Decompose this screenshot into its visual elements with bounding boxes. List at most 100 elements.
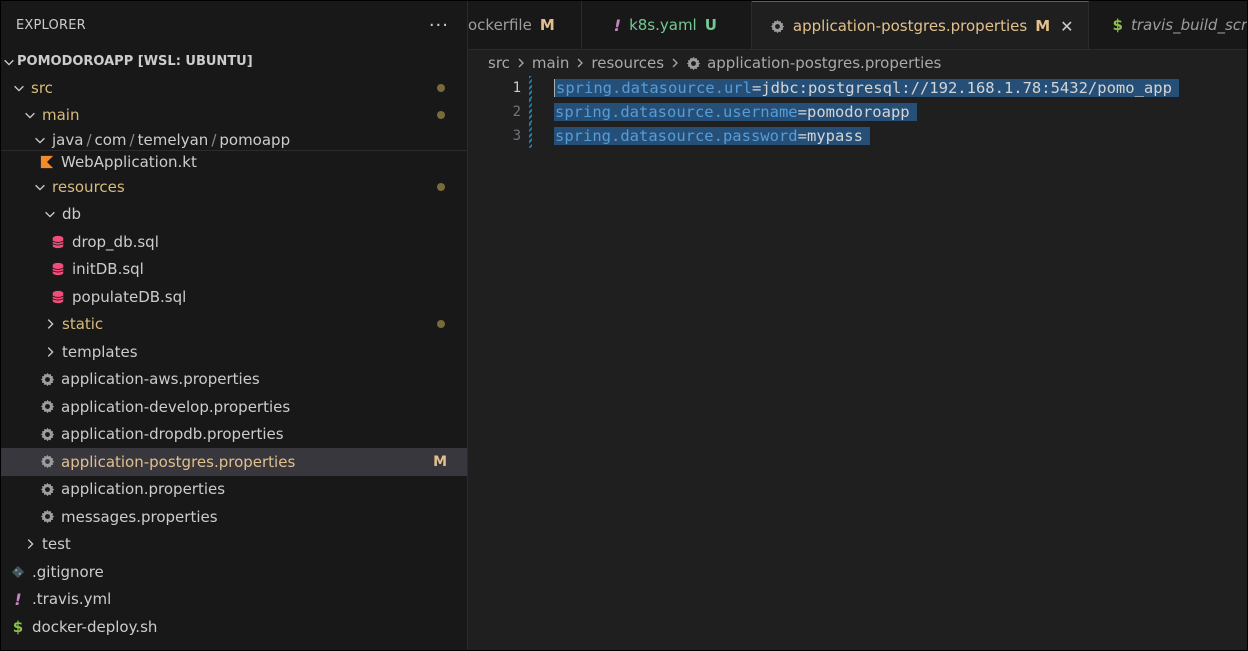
vscode-window: EXPLORER ··· POMODOROAPP [WSL: UBUNTU] s… bbox=[0, 0, 1248, 651]
code-text: spring.datasource.password=mypass bbox=[554, 127, 870, 145]
breadcrumb: src main resources application-postgres.… bbox=[468, 50, 1247, 76]
tree-item-static[interactable]: static bbox=[1, 311, 467, 339]
modified-gutter bbox=[529, 100, 532, 124]
tree-item-test[interactable]: test bbox=[1, 531, 467, 559]
tree-label: src bbox=[31, 78, 53, 97]
line-number: 1 bbox=[512, 80, 521, 96]
chevron-down-icon bbox=[11, 80, 27, 96]
more-actions-icon[interactable]: ··· bbox=[429, 15, 449, 36]
tree-item-app[interactable]: application.properties bbox=[1, 476, 467, 504]
breadcrumb-item[interactable]: resources bbox=[591, 54, 664, 72]
tab-status: U bbox=[704, 16, 717, 34]
tree-label: messages.properties bbox=[61, 507, 218, 526]
tree-item-messages[interactable]: messages.properties bbox=[1, 503, 467, 531]
tree-label: populateDB.sql bbox=[72, 287, 187, 306]
workspace-section[interactable]: POMODOROAPP [WSL: UBUNTU] bbox=[1, 49, 467, 74]
tree-label: application-postgres.properties bbox=[61, 452, 296, 471]
shell-icon: $ bbox=[1112, 16, 1123, 34]
explorer-title: EXPLORER bbox=[16, 17, 86, 33]
tree-item-main[interactable]: main bbox=[1, 102, 467, 130]
path-segment: java bbox=[52, 130, 84, 149]
tree-label: static bbox=[62, 315, 104, 334]
tree-item-drop-db[interactable]: drop_db.sql bbox=[1, 228, 467, 256]
chevron-right-icon bbox=[42, 316, 58, 332]
gear-icon bbox=[686, 56, 701, 71]
chevron-down-icon bbox=[42, 206, 58, 222]
tree-label: db bbox=[62, 205, 82, 224]
tree-item-resources[interactable]: resources bbox=[1, 173, 467, 201]
tab-dockerfile[interactable]: ockerfile M bbox=[468, 1, 582, 49]
tree-label: application-aws.properties bbox=[61, 370, 260, 389]
code-text: spring.datasource.url=jdbc:postgresql://… bbox=[554, 79, 1179, 97]
gear-icon bbox=[39, 509, 55, 525]
code-line[interactable]: 2 spring.datasource.username=pomodoroapp bbox=[468, 100, 1247, 124]
database-icon bbox=[50, 234, 66, 250]
tree-item-app-aws[interactable]: application-aws.properties bbox=[1, 366, 467, 394]
tab-k8s-yaml[interactable]: ! k8s.yaml U bbox=[581, 1, 752, 49]
tree-item-java-package[interactable]: java / com / temelyan / pomoapp bbox=[1, 129, 467, 150]
line-number: 3 bbox=[512, 128, 521, 144]
code-editor[interactable]: 1 spring.datasource.url=jdbc:postgresql:… bbox=[468, 76, 1247, 148]
editor-area: ockerfile M ! k8s.yaml U application-pos… bbox=[468, 1, 1247, 650]
code-text: spring.datasource.username=pomodoroapp bbox=[554, 103, 917, 121]
tree-item-webapplication[interactable]: WebApplication.kt bbox=[1, 150, 467, 173]
chevron-down-icon bbox=[1, 54, 17, 70]
workspace-title: POMODOROAPP [WSL: UBUNTU] bbox=[17, 54, 253, 69]
git-icon bbox=[10, 564, 26, 580]
tab-label: travis_build_script.sh bbox=[1130, 16, 1247, 34]
gear-icon bbox=[39, 426, 55, 442]
modified-dot bbox=[437, 182, 445, 191]
code-line[interactable]: 1 spring.datasource.url=jdbc:postgresql:… bbox=[468, 76, 1247, 100]
path-segment: com bbox=[94, 130, 127, 149]
gear-icon bbox=[770, 19, 785, 34]
gear-icon bbox=[39, 481, 55, 497]
tree-label: .gitignore bbox=[32, 562, 104, 581]
tree-label: docker-deploy.sh bbox=[32, 617, 158, 636]
tree-label: application-dropdb.properties bbox=[61, 425, 284, 444]
breadcrumb-item[interactable]: src bbox=[488, 54, 510, 72]
tree-label: application.properties bbox=[61, 480, 226, 499]
database-icon bbox=[50, 289, 66, 305]
tree-label: WebApplication.kt bbox=[61, 153, 197, 171]
close-icon[interactable]: ✕ bbox=[1060, 17, 1073, 36]
tab-label: k8s.yaml bbox=[629, 16, 697, 34]
breadcrumb-item[interactable]: main bbox=[532, 54, 569, 72]
kotlin-file-icon bbox=[39, 154, 55, 170]
tree-item-gitignore[interactable]: .gitignore bbox=[1, 558, 467, 586]
tree-item-travis[interactable]: ! .travis.yml bbox=[1, 586, 467, 614]
tree-label: drop_db.sql bbox=[72, 232, 159, 251]
tree-item-templates[interactable]: templates bbox=[1, 338, 467, 366]
modified-dot bbox=[437, 83, 445, 92]
tab-label: application-postgres.properties bbox=[792, 17, 1028, 35]
chevron-right-icon bbox=[22, 536, 38, 552]
tab-status: M bbox=[1035, 17, 1051, 35]
tree-item-docker-deploy[interactable]: $ docker-deploy.sh bbox=[1, 613, 467, 641]
tree-item-populate-db[interactable]: populateDB.sql bbox=[1, 283, 467, 311]
line-number: 2 bbox=[512, 104, 521, 120]
tree-item-app-dropdb[interactable]: application-dropdb.properties bbox=[1, 421, 467, 449]
explorer-sidebar: EXPLORER ··· POMODOROAPP [WSL: UBUNTU] s… bbox=[1, 1, 468, 650]
gear-icon bbox=[39, 454, 55, 470]
breadcrumb-item[interactable]: application-postgres.properties bbox=[707, 54, 941, 72]
tree-item-src[interactable]: src bbox=[1, 74, 467, 102]
tab-bar: ockerfile M ! k8s.yaml U application-pos… bbox=[468, 1, 1247, 50]
chevron-down-icon bbox=[32, 179, 48, 195]
chevron-right-icon bbox=[42, 344, 58, 360]
modified-gutter bbox=[529, 76, 532, 100]
tree-item-db[interactable]: db bbox=[1, 201, 467, 229]
tree-item-init-db[interactable]: initDB.sql bbox=[1, 256, 467, 284]
tree-item-app-postgres[interactable]: application-postgres.properties M bbox=[1, 448, 467, 476]
tab-label: ockerfile bbox=[468, 16, 532, 34]
tree-label: application-develop.properties bbox=[61, 397, 291, 416]
chevron-right-icon bbox=[575, 57, 585, 69]
code-line[interactable]: 3 spring.datasource.password=mypass bbox=[468, 124, 1247, 148]
modified-badge: M bbox=[433, 453, 447, 470]
tab-application-postgres[interactable]: application-postgres.properties M ✕ bbox=[751, 1, 1089, 49]
tree-label: test bbox=[42, 535, 71, 554]
gear-icon bbox=[39, 399, 55, 415]
tree-label: main bbox=[42, 106, 80, 125]
tab-travis-build-script[interactable]: $ travis_build_script.sh bbox=[1088, 1, 1247, 49]
tree-item-app-develop[interactable]: application-develop.properties bbox=[1, 393, 467, 421]
yaml-icon: ! bbox=[613, 15, 622, 35]
tab-status: M bbox=[539, 16, 555, 34]
